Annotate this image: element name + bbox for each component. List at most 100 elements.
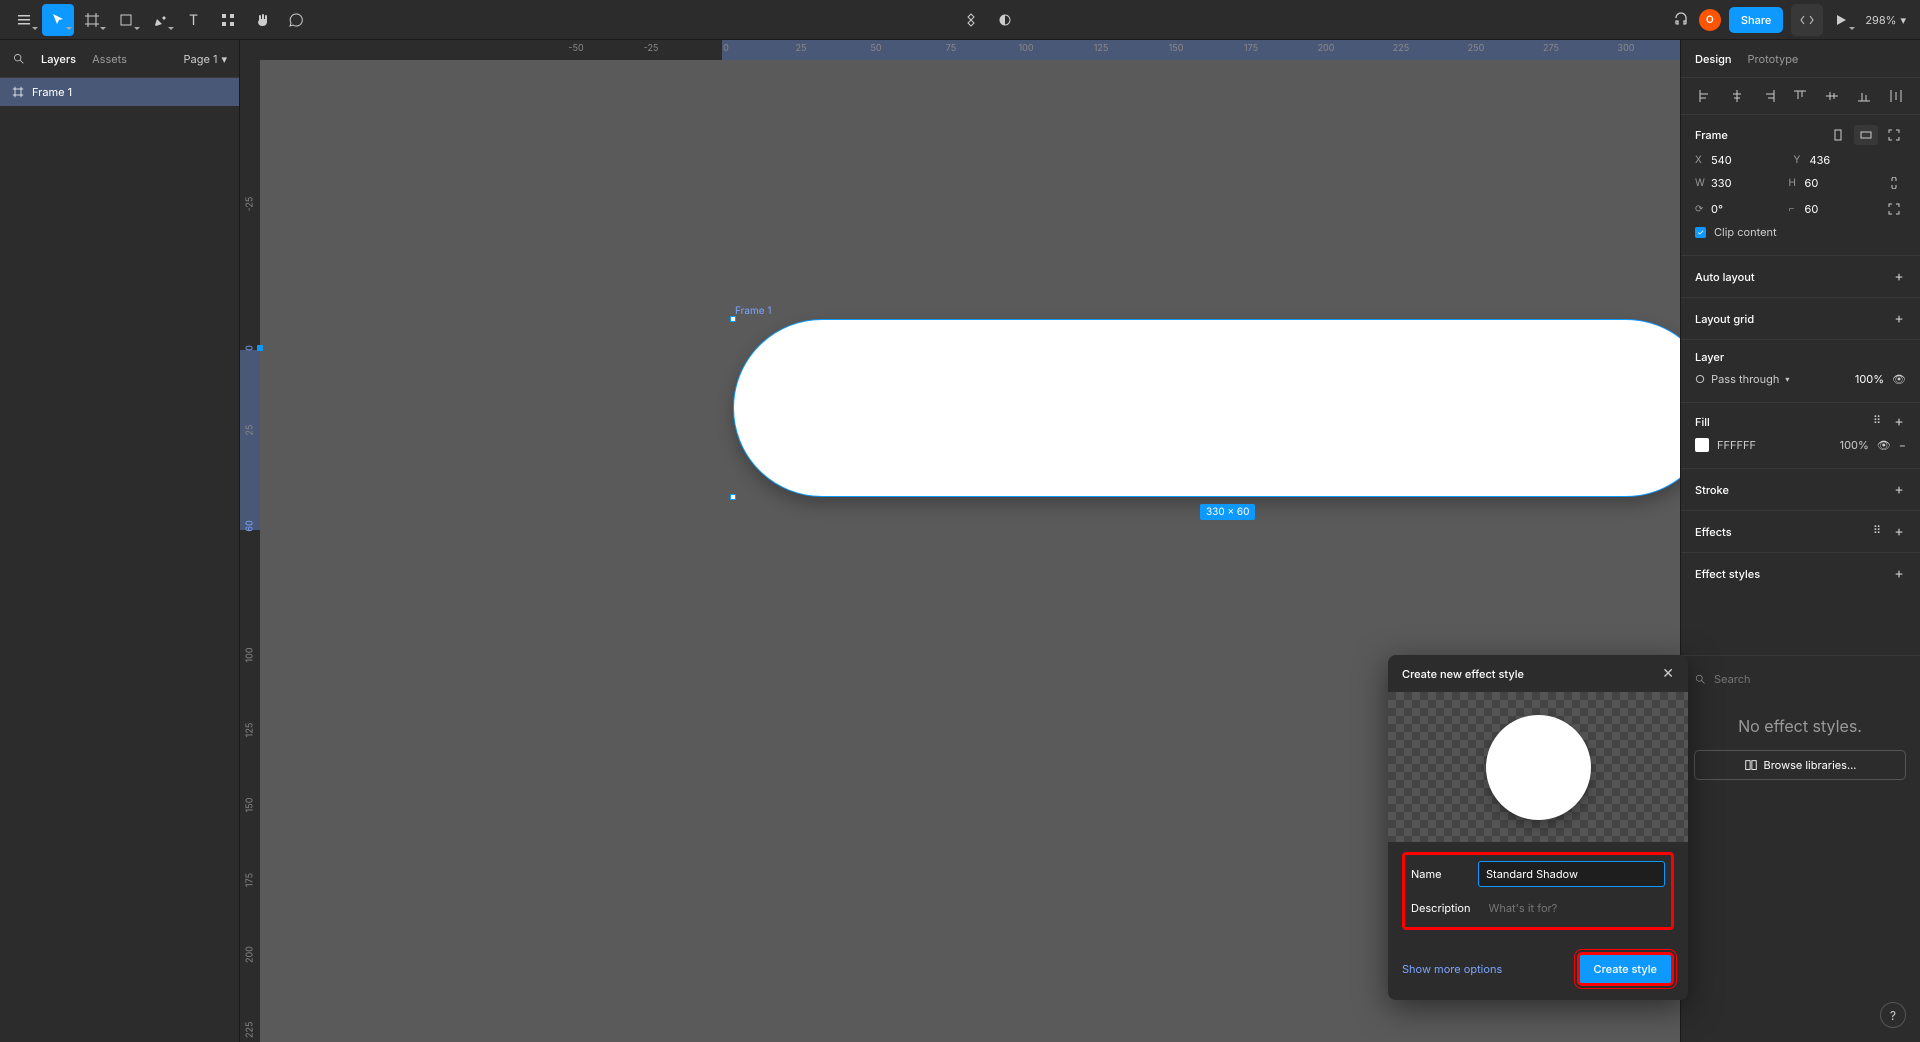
style-name-input[interactable] bbox=[1478, 861, 1665, 887]
preview-shape bbox=[1486, 715, 1591, 820]
frame-section: Frame X540 Y436 W330 H60 ⟳0° ⌐60 ✓ Clip … bbox=[1681, 115, 1920, 256]
hand-tool-button[interactable] bbox=[246, 4, 278, 36]
layer-item-frame-1[interactable]: Frame 1 bbox=[0, 78, 239, 106]
resize-fit-icon[interactable] bbox=[1826, 125, 1850, 145]
main-toolbar: T O Share 298%▾ bbox=[0, 0, 1920, 40]
constrain-icon[interactable] bbox=[1882, 173, 1906, 193]
left-panel: Layers Assets Page 1▾ Frame 1 bbox=[0, 40, 240, 1042]
highlighted-inputs: Name Description bbox=[1402, 852, 1674, 930]
dimensions-badge: 330 × 60 bbox=[1200, 504, 1255, 520]
blend-icon: ○ bbox=[1695, 372, 1705, 386]
frame-title[interactable]: Frame bbox=[1695, 128, 1728, 142]
help-button[interactable]: ? bbox=[1880, 1002, 1906, 1028]
comment-tool-button[interactable] bbox=[280, 4, 312, 36]
frame-name-label[interactable]: Frame 1 bbox=[735, 305, 771, 317]
resize-handle[interactable] bbox=[730, 494, 736, 500]
page-select[interactable]: Page 1▾ bbox=[184, 52, 227, 66]
modal-title: Create new effect style bbox=[1402, 667, 1524, 681]
assets-tab[interactable]: Assets bbox=[92, 52, 127, 66]
layout-grid-section: Layout grid + bbox=[1681, 298, 1920, 340]
frame-icon bbox=[12, 86, 24, 98]
x-input[interactable]: 540 bbox=[1711, 153, 1732, 167]
resize-handle[interactable] bbox=[730, 316, 736, 322]
distribute-icon[interactable] bbox=[1886, 86, 1906, 106]
user-avatar[interactable]: O bbox=[1699, 9, 1721, 31]
fill-swatch[interactable] bbox=[1695, 438, 1709, 452]
shape-tool-button[interactable] bbox=[110, 4, 142, 36]
align-top-icon[interactable] bbox=[1790, 86, 1810, 106]
layer-section: Layer ○ Pass through ▾ 100% 👁 bbox=[1681, 340, 1920, 403]
stroke-section: Stroke + bbox=[1681, 469, 1920, 511]
effects-section: Effects ⠿ + bbox=[1681, 511, 1920, 553]
frame-tool-button[interactable] bbox=[76, 4, 108, 36]
book-icon bbox=[1744, 758, 1758, 772]
ruler-vertical: -25 0 25 60 100 125 150 175 200 225 bbox=[240, 60, 260, 1042]
fill-styles-icon[interactable]: ⠿ bbox=[1873, 413, 1882, 430]
resize-fill-icon[interactable] bbox=[1854, 125, 1878, 145]
show-more-options-link[interactable]: Show more options bbox=[1402, 962, 1502, 976]
align-hcenter-icon[interactable] bbox=[1727, 86, 1747, 106]
create-style-button[interactable]: Create style bbox=[1577, 952, 1674, 986]
effect-styles-icon[interactable]: ⠿ bbox=[1873, 523, 1882, 540]
align-left-icon[interactable] bbox=[1695, 86, 1715, 106]
dark-mode-icon[interactable] bbox=[989, 4, 1021, 36]
browse-libraries-button[interactable]: Browse libraries... bbox=[1694, 750, 1906, 780]
svg-text:T: T bbox=[189, 12, 198, 28]
resources-button[interactable] bbox=[212, 4, 244, 36]
zoom-select[interactable]: 298%▾ bbox=[1859, 13, 1912, 27]
corners-icon[interactable] bbox=[1882, 199, 1906, 219]
clip-checkbox[interactable]: ✓ bbox=[1695, 227, 1706, 238]
radius-input[interactable]: 60 bbox=[1805, 202, 1819, 216]
move-tool-button[interactable] bbox=[42, 4, 74, 36]
name-label: Name bbox=[1411, 867, 1468, 881]
align-vcenter-icon[interactable] bbox=[1822, 86, 1842, 106]
align-bottom-icon[interactable] bbox=[1854, 86, 1874, 106]
h-input[interactable]: 60 bbox=[1805, 176, 1819, 190]
prototype-tab[interactable]: Prototype bbox=[1748, 52, 1799, 66]
visibility-icon[interactable]: 👁 bbox=[1892, 372, 1906, 386]
layer-label: Frame 1 bbox=[32, 85, 72, 99]
remove-fill-icon[interactable]: − bbox=[1899, 438, 1906, 452]
effect-styles-header: Effect styles + bbox=[1681, 553, 1920, 594]
pen-tool-button[interactable] bbox=[144, 4, 176, 36]
frame-1-shape[interactable] bbox=[733, 319, 1680, 497]
chevron-down-icon: ▾ bbox=[1785, 374, 1789, 384]
resize-expand-icon[interactable] bbox=[1882, 125, 1906, 145]
blend-mode-select[interactable]: Pass through bbox=[1711, 372, 1779, 386]
fill-opacity-input[interactable]: 100% bbox=[1840, 438, 1869, 452]
chevron-down-icon: ▾ bbox=[221, 52, 227, 66]
add-grid-icon[interactable]: + bbox=[1892, 310, 1906, 327]
share-button[interactable]: Share bbox=[1729, 7, 1783, 33]
main-menu-button[interactable] bbox=[8, 4, 40, 36]
align-right-icon[interactable] bbox=[1759, 86, 1779, 106]
create-effect-style-modal: Create new effect style ✕ Name Descripti… bbox=[1388, 655, 1688, 1000]
style-description-input[interactable] bbox=[1481, 895, 1668, 921]
add-fill-icon[interactable]: + bbox=[1892, 413, 1906, 430]
add-stroke-icon[interactable]: + bbox=[1892, 481, 1906, 498]
rotation-input[interactable]: 0° bbox=[1711, 202, 1723, 216]
add-effect-icon[interactable]: + bbox=[1892, 523, 1906, 540]
fill-hex-input[interactable]: FFFFFF bbox=[1717, 438, 1756, 452]
rotation-icon: ⟳ bbox=[1695, 203, 1705, 215]
layers-tab[interactable]: Layers bbox=[41, 52, 76, 66]
multiplayer-icon[interactable] bbox=[955, 4, 987, 36]
effect-styles-popup: No effect styles. Browse libraries... bbox=[1680, 655, 1920, 792]
chevron-down-icon: ▾ bbox=[1900, 13, 1906, 27]
text-tool-button[interactable]: T bbox=[178, 4, 210, 36]
design-tab[interactable]: Design bbox=[1695, 52, 1732, 66]
ruler-guide bbox=[257, 345, 263, 351]
y-input[interactable]: 436 bbox=[1810, 153, 1831, 167]
effect-style-search-input[interactable] bbox=[1714, 672, 1906, 686]
dev-mode-button[interactable] bbox=[1791, 4, 1823, 36]
right-panel: Design Prototype Frame X540 Y436 W330 H6… bbox=[1680, 40, 1920, 1042]
audio-icon[interactable] bbox=[1665, 4, 1697, 36]
ruler-horizontal: -50 -25 0 25 50 75 100 125 150 175 200 2… bbox=[260, 40, 1680, 60]
opacity-input[interactable]: 100% bbox=[1855, 372, 1884, 386]
visibility-icon[interactable]: 👁 bbox=[1877, 438, 1891, 452]
add-effect-style-icon[interactable]: + bbox=[1892, 565, 1906, 582]
w-input[interactable]: 330 bbox=[1711, 176, 1732, 190]
present-button[interactable] bbox=[1825, 4, 1857, 36]
search-icon[interactable] bbox=[12, 52, 25, 65]
close-modal-icon[interactable]: ✕ bbox=[1662, 665, 1674, 682]
add-auto-layout-icon[interactable]: + bbox=[1892, 268, 1906, 285]
